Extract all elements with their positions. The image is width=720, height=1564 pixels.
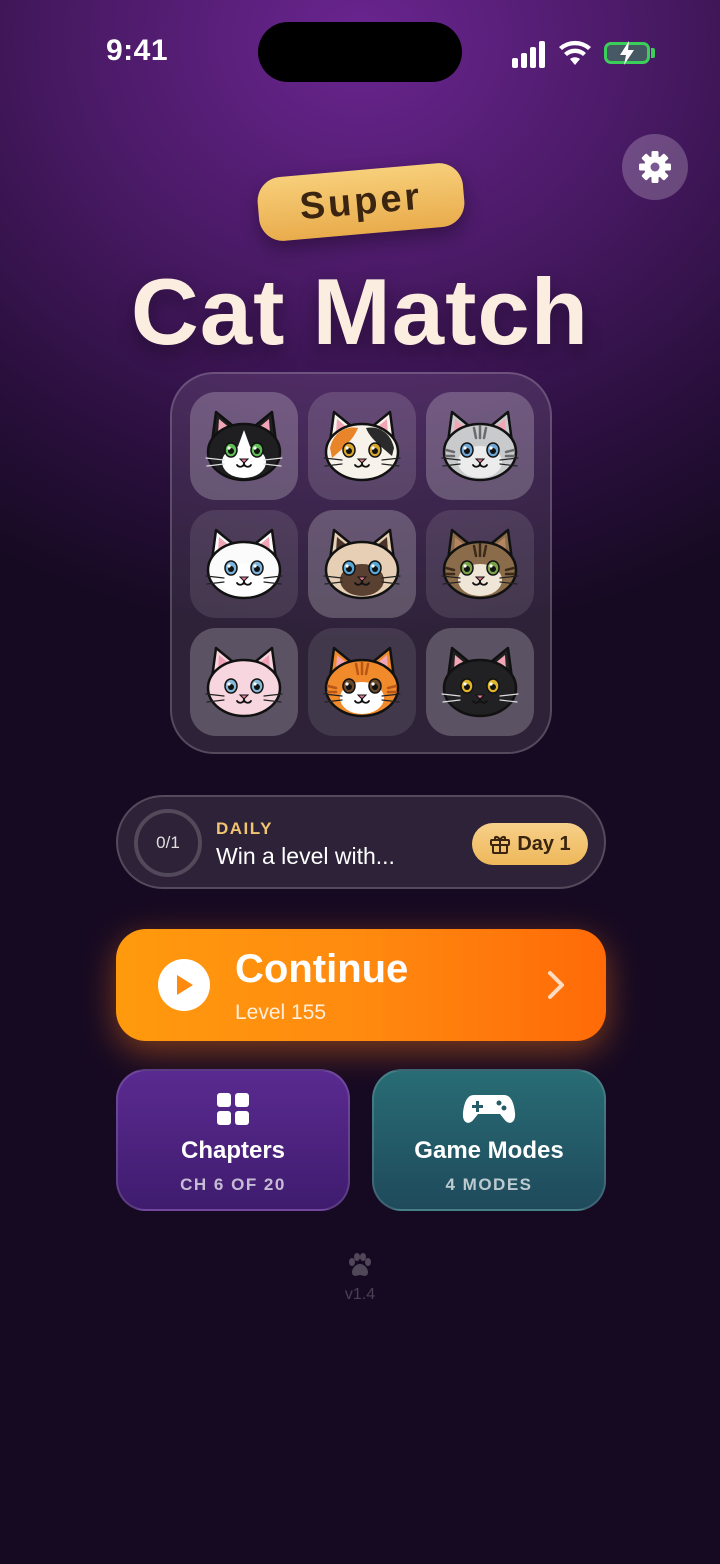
continue-button[interactable]: Continue Level 155 bbox=[116, 929, 606, 1041]
cat-face-icon bbox=[441, 410, 519, 482]
continue-level: Level 155 bbox=[235, 1001, 327, 1024]
cat-tile-tuxedo bbox=[190, 392, 298, 500]
cat-tile-black bbox=[426, 628, 534, 736]
cat-face-icon bbox=[205, 410, 283, 482]
charging-bolt-icon bbox=[620, 41, 634, 65]
daily-description: Win a level with... bbox=[216, 843, 395, 869]
cat-tile-silver-tabby bbox=[426, 392, 534, 500]
super-badge: Super bbox=[255, 161, 467, 243]
grid-icon bbox=[215, 1091, 251, 1127]
game-modes-button[interactable]: Game Modes 4 MODES bbox=[372, 1069, 606, 1211]
cat-tile-siamese bbox=[308, 510, 416, 618]
gear-icon bbox=[639, 151, 671, 183]
cat-face-icon bbox=[323, 646, 401, 718]
daily-progress-ring: 0/1 bbox=[134, 809, 202, 877]
home-screen: 9:41 Super Cat Match 0/1 DAILY Win a lev… bbox=[0, 0, 720, 1564]
gamepad-icon bbox=[462, 1091, 516, 1127]
cat-grid bbox=[170, 372, 552, 754]
continue-title: Continue bbox=[235, 947, 409, 991]
play-icon bbox=[158, 959, 210, 1011]
daily-challenge-card[interactable]: 0/1 DAILY Win a level with... Day 1 bbox=[116, 795, 606, 889]
super-badge-text: Super bbox=[298, 175, 424, 228]
chapters-button[interactable]: Chapters CH 6 OF 20 bbox=[116, 1069, 350, 1211]
gift-icon bbox=[490, 836, 511, 854]
status-time: 9:41 bbox=[106, 34, 169, 67]
game-modes-title: Game Modes bbox=[414, 1137, 564, 1164]
daily-progress-text: 0/1 bbox=[156, 833, 180, 852]
day-badge-label: Day 1 bbox=[517, 832, 571, 855]
chapters-title: Chapters bbox=[180, 1137, 286, 1164]
cat-tile-white bbox=[190, 510, 298, 618]
wifi-icon bbox=[559, 40, 591, 65]
daily-label: DAILY bbox=[216, 819, 273, 838]
cat-face-icon bbox=[441, 646, 519, 718]
cat-face-icon bbox=[323, 410, 401, 482]
cat-face-icon bbox=[205, 646, 283, 718]
game-modes-count: 4 MODES bbox=[445, 1175, 533, 1194]
cat-tile-maine-coon bbox=[426, 510, 534, 618]
cat-face-icon bbox=[441, 528, 519, 600]
cat-tile-orange-tabby bbox=[308, 628, 416, 736]
status-icons bbox=[510, 36, 660, 70]
game-title: Cat Match bbox=[130, 259, 590, 364]
app-version: v1.4 bbox=[344, 1286, 376, 1303]
cat-face-icon bbox=[205, 528, 283, 600]
chevron-right-icon bbox=[548, 971, 564, 999]
day-badge: Day 1 bbox=[472, 823, 588, 865]
cat-tile-calico bbox=[308, 392, 416, 500]
paw-icon bbox=[349, 1253, 371, 1276]
cat-tile-sphynx bbox=[190, 628, 298, 736]
chapters-progress: CH 6 OF 20 bbox=[180, 1175, 286, 1194]
settings-button[interactable] bbox=[622, 134, 688, 200]
cat-face-icon bbox=[323, 528, 401, 600]
dynamic-island bbox=[258, 22, 462, 82]
